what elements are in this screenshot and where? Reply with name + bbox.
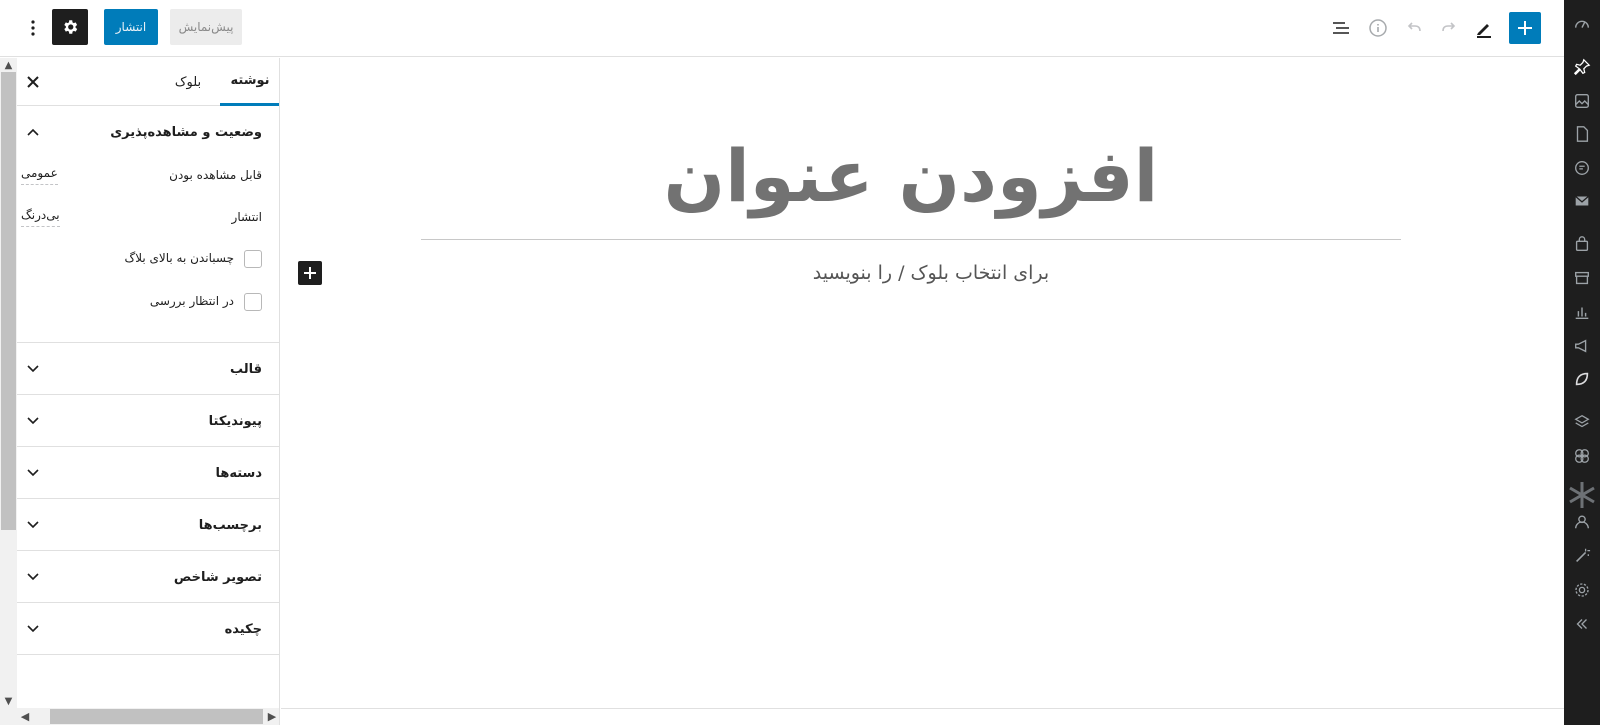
canvas-bottom-border <box>281 708 1564 709</box>
undo-button[interactable] <box>1400 14 1428 42</box>
tab-block[interactable]: بلوک <box>162 58 214 106</box>
list-view-icon <box>1333 22 1349 34</box>
mail-icon[interactable] <box>1572 191 1592 211</box>
close-icon <box>27 76 39 88</box>
add-block-button[interactable] <box>1509 12 1541 44</box>
chevron-down-icon <box>23 463 43 483</box>
chevron-up-icon <box>23 122 43 142</box>
analytics-icon[interactable] <box>1572 302 1592 322</box>
permalink-section-header[interactable]: پیوندیکتا <box>17 395 279 447</box>
plugin-leaf-icon[interactable] <box>1572 369 1592 389</box>
chevron-down-icon <box>23 359 43 379</box>
visibility-toggle[interactable]: عمومی <box>21 166 58 185</box>
media-icon[interactable] <box>1572 91 1592 111</box>
redo-icon <box>1442 22 1456 32</box>
chevron-down-icon <box>23 515 43 535</box>
section-title: دسته‌ها <box>215 465 262 481</box>
options-menu-button[interactable] <box>22 12 44 44</box>
tools-wand-icon[interactable] <box>1572 546 1592 566</box>
posts-pin-icon[interactable] <box>1572 57 1592 77</box>
chevron-down-icon <box>23 619 43 639</box>
scroll-up-arrow-icon[interactable]: ▲ <box>0 58 17 72</box>
visibility-label: قابل مشاهده بودن <box>169 168 262 182</box>
chevron-down-icon <box>23 567 43 587</box>
sticky-label[interactable]: چسباندن به بالای بلاگ <box>124 251 234 265</box>
sidebar-tabs: نوشته بلوک <box>17 58 279 106</box>
users-icon[interactable] <box>1572 512 1592 532</box>
marketing-megaphone-icon[interactable] <box>1572 336 1592 356</box>
plus-icon <box>304 267 316 279</box>
chevron-down-icon <box>23 411 43 431</box>
publish-date-row: انتشار بی‌درنگ <box>17 198 279 240</box>
tab-post[interactable]: نوشته <box>220 58 279 106</box>
sticky-checkbox[interactable] <box>244 250 262 268</box>
scroll-left-arrow-icon[interactable]: ◀ <box>17 708 33 725</box>
undo-icon <box>1407 22 1421 32</box>
publish-date-label: انتشار <box>231 210 262 224</box>
asterisk-plugin-icon[interactable] <box>1567 480 1597 510</box>
publish-date-toggle[interactable]: بی‌درنگ <box>21 208 60 227</box>
block-editor-screen: پیش‌نمایش انتشار ▲ ▼ نوشته بلوک <box>0 0 1600 725</box>
section-title: برچسب‌ها <box>198 517 262 533</box>
categories-section-header[interactable]: دسته‌ها <box>17 447 279 499</box>
block-inserter-button[interactable] <box>298 261 322 285</box>
admin-menu-bar <box>1557 0 1600 725</box>
layers-icon[interactable] <box>1572 412 1592 432</box>
pending-review-checkbox[interactable] <box>244 293 262 311</box>
section-title: قالب <box>229 361 262 377</box>
pages-icon[interactable] <box>1572 124 1592 144</box>
settings-sidebar: ▲ ▼ نوشته بلوک وضعیت و مشاهده‌پذیری <box>0 58 280 725</box>
block-placeholder[interactable]: برای انتخاب بلوک / را بنویسید <box>421 262 1401 284</box>
edit-tools-button[interactable] <box>1470 14 1498 42</box>
scroll-down-arrow-icon[interactable]: ▼ <box>0 694 17 708</box>
gear-icon <box>64 20 78 34</box>
shop-bag-icon[interactable] <box>1572 234 1592 254</box>
pencil-icon <box>1477 24 1491 38</box>
sticky-option: چسباندن به بالای بلاگ <box>17 240 279 283</box>
comments-icon[interactable] <box>1572 158 1592 178</box>
pending-review-option: در انتظار بررسی <box>17 283 279 326</box>
settings-button[interactable] <box>52 9 88 45</box>
publish-button[interactable]: انتشار <box>104 9 158 45</box>
scrollbar-thumb[interactable] <box>1 72 16 530</box>
sidebar-content: نوشته بلوک وضعیت و مشاهده‌پذیری قابل مشا… <box>17 58 279 708</box>
info-icon <box>1369 19 1387 37</box>
visibility-row: قابل مشاهده بودن عمومی <box>17 156 279 198</box>
active-menu-indicator <box>1557 62 1564 78</box>
excerpt-section-header[interactable]: چکیده <box>17 603 279 655</box>
close-sidebar-button[interactable] <box>21 70 45 94</box>
archive-icon[interactable] <box>1572 268 1592 288</box>
scrollbar-thumb[interactable] <box>50 709 263 724</box>
featured-image-section-header[interactable]: تصویر شاخص <box>17 551 279 603</box>
section-title: پیوندیکتا <box>208 413 262 429</box>
sidebar-vertical-scrollbar[interactable]: ▲ ▼ <box>0 58 17 708</box>
template-section-header[interactable]: قالب <box>17 343 279 395</box>
plus-icon <box>1518 21 1532 35</box>
editor-canvas: افزودن عنوان برای انتخاب بلوک / را بنویس… <box>281 58 1564 708</box>
editor-toolbar: پیش‌نمایش انتشار <box>0 0 1564 57</box>
status-visibility-header[interactable]: وضعیت و مشاهده‌پذیری <box>17 106 279 156</box>
vertical-ellipsis-icon <box>31 20 35 36</box>
appearance-icon[interactable] <box>1572 446 1592 466</box>
section-title: تصویر شاخص <box>173 569 262 585</box>
status-visibility-section: وضعیت و مشاهده‌پذیری قابل مشاهده بودن عم… <box>17 106 279 343</box>
collapse-menu-icon[interactable] <box>1572 614 1592 634</box>
tags-section-header[interactable]: برچسب‌ها <box>17 499 279 551</box>
redo-button[interactable] <box>1435 14 1463 42</box>
pending-review-label[interactable]: در انتظار بررسی <box>150 294 234 308</box>
section-title: چکیده <box>224 621 262 637</box>
section-title: وضعیت و مشاهده‌پذیری <box>110 124 262 140</box>
preview-button[interactable]: پیش‌نمایش <box>170 9 242 45</box>
details-button[interactable] <box>1364 14 1392 42</box>
settings-gear-icon[interactable] <box>1572 580 1592 600</box>
scroll-right-arrow-icon[interactable]: ▶ <box>264 708 279 725</box>
sidebar-horizontal-scrollbar[interactable]: ◀ ▶ <box>0 708 279 725</box>
list-view-button[interactable] <box>1327 14 1355 42</box>
post-title-input[interactable]: افزودن عنوان <box>421 116 1401 240</box>
dashboard-icon[interactable] <box>1572 14 1592 34</box>
